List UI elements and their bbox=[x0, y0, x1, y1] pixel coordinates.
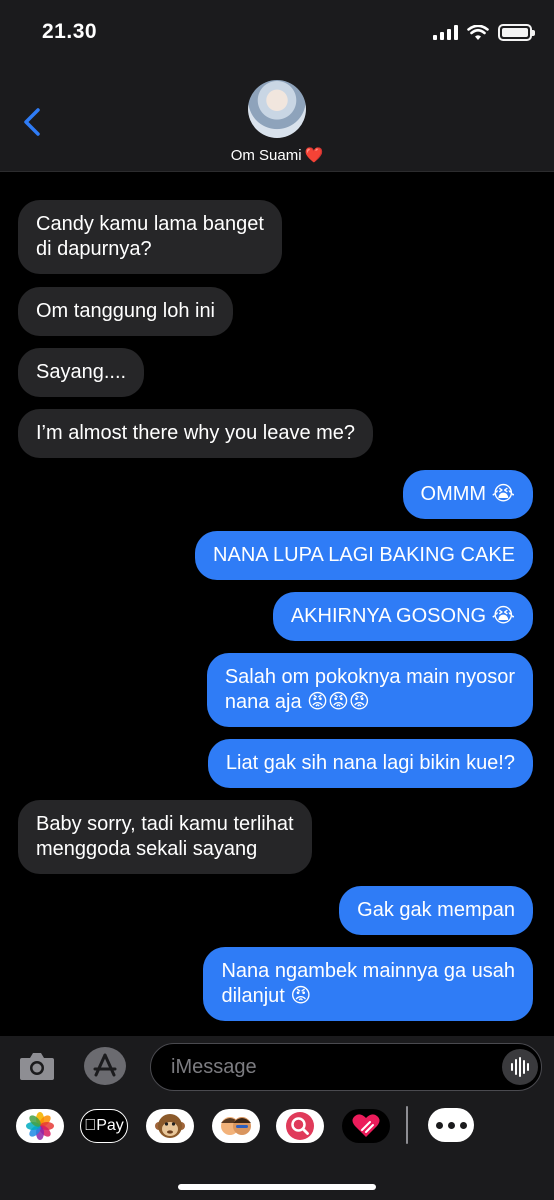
incoming-message[interactable]: Baby sorry, tadi kamu terlihat menggoda … bbox=[18, 800, 312, 874]
imessage-input[interactable] bbox=[150, 1043, 542, 1091]
incoming-message[interactable]: Candy kamu lama banget di dapurnya? bbox=[18, 200, 282, 274]
battery-icon bbox=[498, 24, 535, 41]
camera-button[interactable] bbox=[18, 1049, 56, 1083]
digital-touch-button[interactable] bbox=[342, 1109, 390, 1143]
app-store-button[interactable] bbox=[84, 1047, 126, 1085]
status-bar: 21.30 bbox=[0, 0, 554, 62]
outgoing-message[interactable]: AKHIRNYA GOSONG 😭 bbox=[272, 592, 533, 641]
wifi-icon bbox=[467, 24, 489, 40]
photos-icon bbox=[26, 1112, 54, 1140]
home-indicator[interactable] bbox=[178, 1184, 376, 1190]
contact-name[interactable]: Om Suami ❤️ bbox=[0, 146, 554, 164]
contact-name-text: Om Suami bbox=[230, 147, 302, 164]
chevron-left-icon bbox=[24, 108, 40, 136]
status-time: 21.30 bbox=[42, 20, 98, 43]
more-apps-button[interactable] bbox=[428, 1108, 474, 1142]
outgoing-message[interactable]: Nana ngambek mainnya ga usah dilanjut 😡 bbox=[203, 947, 533, 1021]
incoming-message[interactable]: Sayang.... bbox=[18, 348, 145, 397]
cellular-signal-icon bbox=[433, 25, 458, 40]
camera-icon bbox=[20, 1053, 54, 1080]
outgoing-message[interactable]: Salah om pokoknya main nyosor nana aja 😡… bbox=[206, 653, 533, 727]
ellipsis-icon bbox=[435, 1121, 443, 1129]
image-search-icon bbox=[286, 1112, 314, 1140]
digital-touch-icon bbox=[352, 1114, 380, 1137]
outgoing-message[interactable]: Gak gak mempan bbox=[339, 886, 533, 935]
contact-avatar[interactable] bbox=[248, 80, 306, 138]
status-icons bbox=[433, 24, 535, 41]
conversation-header: Om Suami ❤️ bbox=[0, 62, 554, 172]
apple-pay-button[interactable]: Pay bbox=[80, 1109, 128, 1143]
memoji-icon bbox=[221, 1117, 251, 1135]
incoming-message[interactable]: I’m almost there why you leave me? bbox=[18, 409, 374, 458]
memoji-button[interactable] bbox=[212, 1109, 260, 1143]
animoji-button[interactable] bbox=[146, 1109, 194, 1143]
apple-pay-label: Pay bbox=[90, 1117, 124, 1134]
waveform-icon bbox=[511, 1057, 529, 1077]
back-button[interactable] bbox=[18, 104, 48, 140]
outgoing-message[interactable]: Liat gak sih nana lagi bikin kue!? bbox=[207, 739, 533, 788]
animoji-monkey-icon bbox=[155, 1114, 185, 1138]
app-drawer: Pay bbox=[0, 1096, 554, 1200]
voice-message-button[interactable] bbox=[502, 1049, 538, 1085]
outgoing-message[interactable]: NANA LUPA LAGI BAKING CAKE bbox=[195, 531, 533, 580]
outgoing-message[interactable]: OMMM 😭 bbox=[402, 470, 533, 519]
apple-pay-icon: Pay bbox=[84, 1117, 124, 1135]
heart-emoji: ❤️ bbox=[304, 147, 324, 164]
app-store-icon bbox=[93, 1053, 117, 1077]
image-search-button[interactable] bbox=[276, 1109, 324, 1143]
incoming-message[interactable]: Om tanggung loh ini bbox=[18, 287, 234, 336]
drawer-divider bbox=[406, 1106, 408, 1144]
compose-bar bbox=[0, 1036, 554, 1096]
photos-app-button[interactable] bbox=[16, 1109, 64, 1143]
